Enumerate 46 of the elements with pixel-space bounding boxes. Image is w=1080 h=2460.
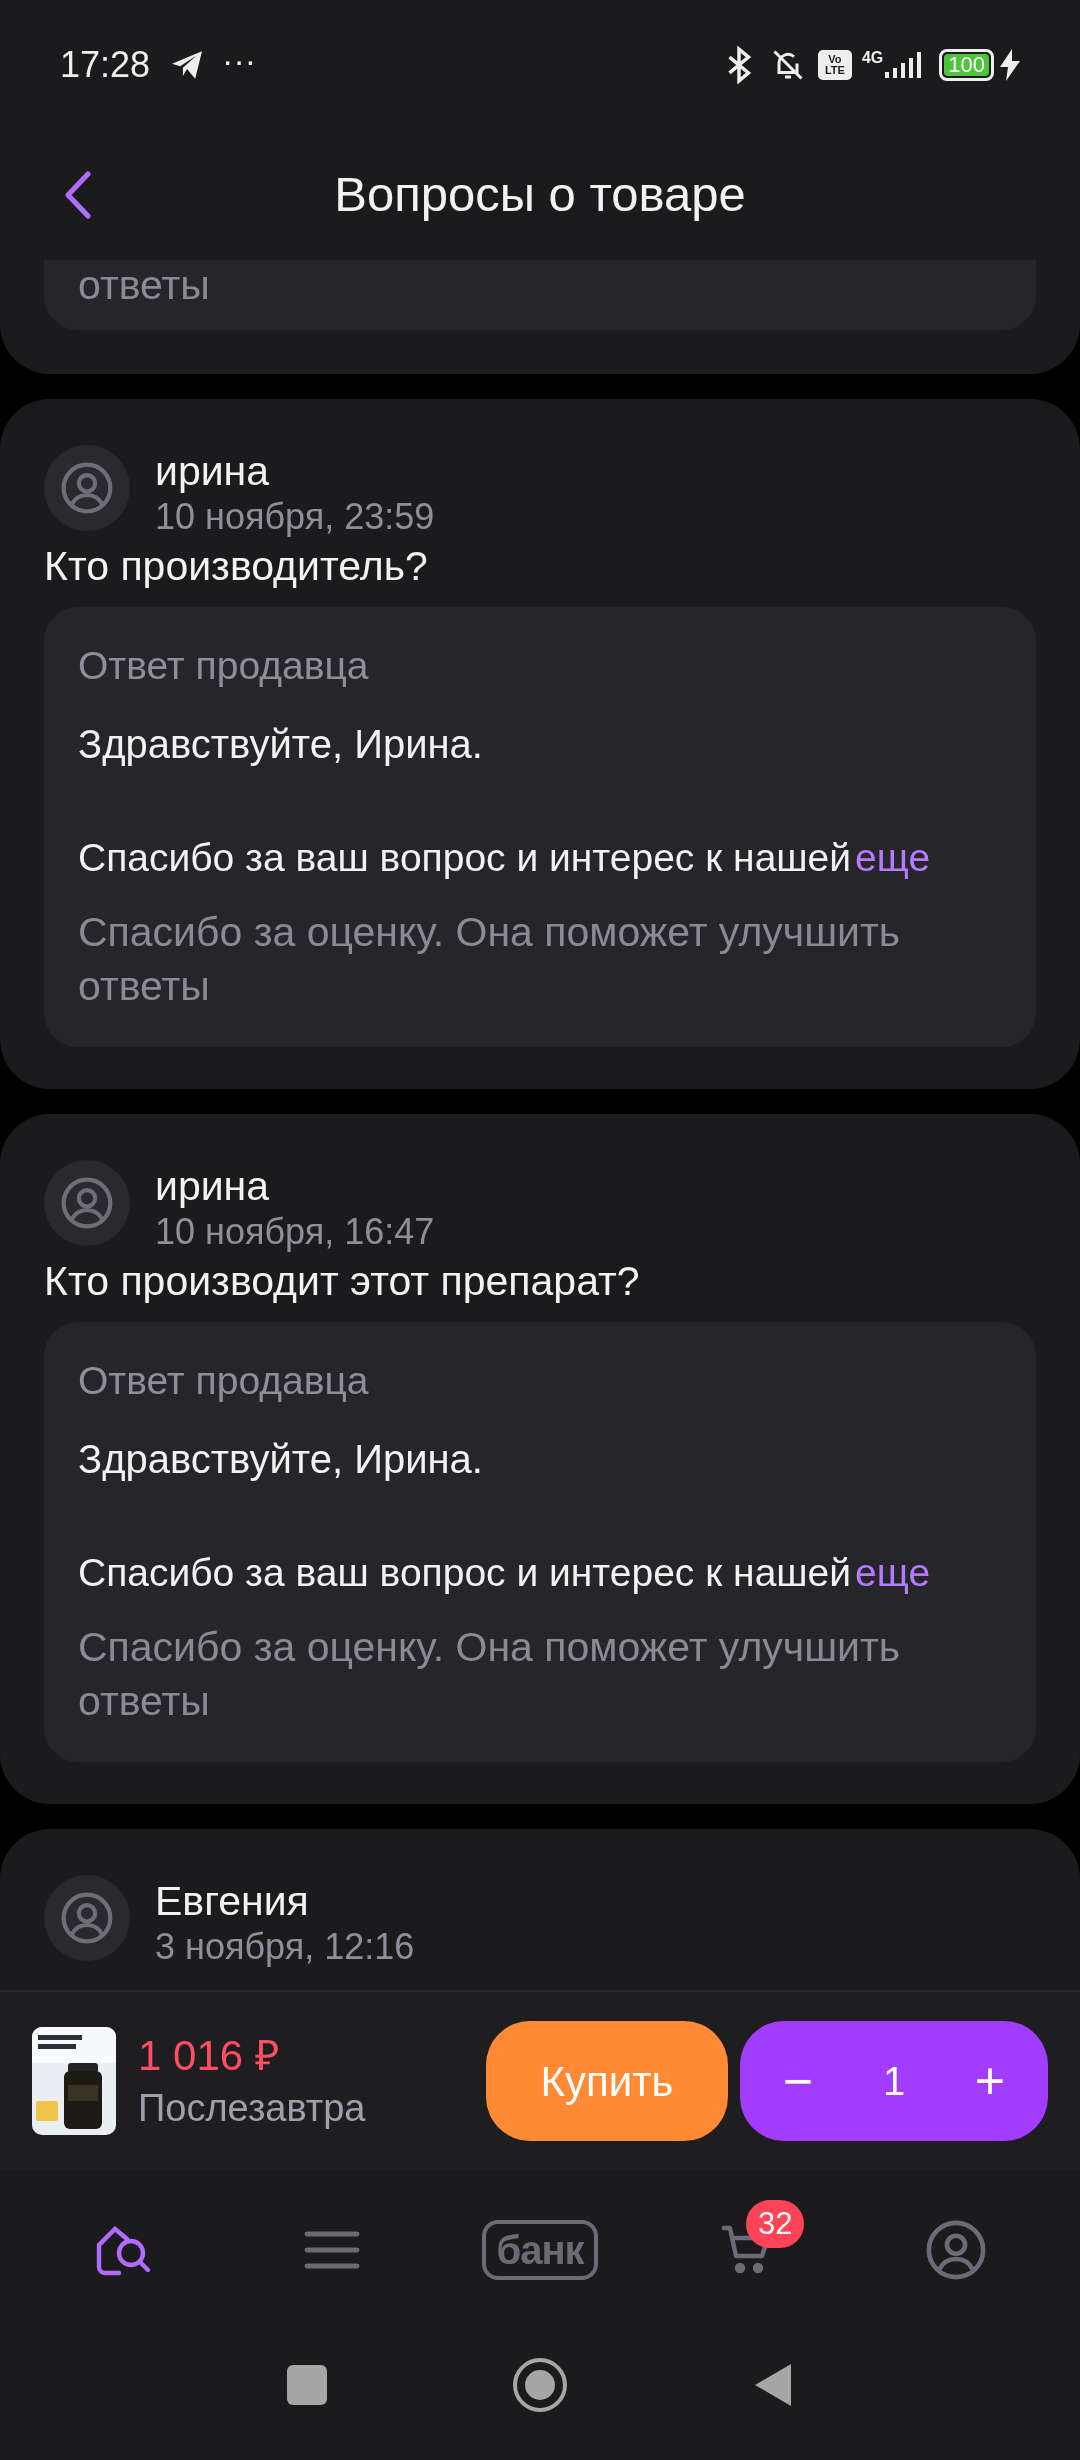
- more-link[interactable]: еще: [855, 1548, 931, 1598]
- author-name: Евгения: [155, 1877, 310, 1925]
- question-date: 10 ноября, 16:47: [155, 1210, 435, 1254]
- charging-icon: [1000, 49, 1020, 81]
- answer-text: Спасибо за ваш вопрос и интерес к нашей: [78, 835, 852, 881]
- user-icon: [59, 460, 115, 516]
- delivery-date: Послезавтра: [138, 2086, 366, 2131]
- answer-label: Ответ продавца: [78, 643, 370, 689]
- more-notifications: ···: [222, 43, 257, 81]
- user-icon: [59, 1890, 115, 1946]
- question-date: 10 ноября, 23:59: [155, 495, 435, 539]
- rating-note: Спасибо за оценку. Она поможет улучшить ответы: [78, 908, 902, 1011]
- cart-count-badge: 32: [746, 2200, 805, 2248]
- profile-icon: [925, 2219, 987, 2281]
- back-icon: [62, 170, 92, 220]
- battery-indicator: 100: [939, 49, 994, 81]
- answer-label: Ответ продавца: [78, 1358, 370, 1404]
- rating-note: Спасибо за оценку. Она поможет улучшить ответы: [78, 1623, 902, 1726]
- user-icon: [59, 1175, 115, 1231]
- decrease-button[interactable]: −: [768, 2051, 828, 2111]
- quantity-value: 1: [882, 2058, 906, 2105]
- question-date: 3 ноября, 12:16: [155, 1925, 415, 1969]
- signal-icon: [883, 50, 924, 80]
- status-time: 17:28: [60, 43, 151, 87]
- author-name: ирина: [155, 447, 271, 495]
- recent-apps-icon: [287, 2365, 327, 2405]
- back-triangle-icon: [753, 2362, 793, 2408]
- author-name: ирина: [155, 1162, 271, 1210]
- answer-greeting: Здравствуйте, Ирина.: [78, 721, 484, 768]
- price: 1 016 ₽: [138, 2031, 280, 2081]
- home-circle-icon: [512, 2357, 568, 2413]
- buy-button[interactable]: Купить: [486, 2021, 728, 2141]
- nav-tab[interactable]: 32: [644, 2170, 852, 2330]
- answer-greeting: Здравствуйте, Ирина.: [78, 1436, 484, 1483]
- rating-note: ответы: [78, 261, 211, 310]
- more-link[interactable]: еще: [855, 833, 931, 883]
- volte-badge: Vo LTE: [817, 50, 852, 80]
- question-text: Кто производитель?: [44, 542, 429, 591]
- increase-button[interactable]: +: [960, 2051, 1020, 2111]
- answer-text: Спасибо за ваш вопрос и интерес к нашей: [78, 1550, 852, 1596]
- nav-tab[interactable]: банк: [436, 2170, 644, 2330]
- paper-plane-icon: [170, 50, 205, 80]
- bank-logo: банк: [482, 2220, 598, 2280]
- question-text: Кто производит этот препарат?: [44, 1257, 641, 1306]
- network-type: 4G: [861, 50, 884, 66]
- screen-title: Вопросы о товаре: [334, 166, 746, 224]
